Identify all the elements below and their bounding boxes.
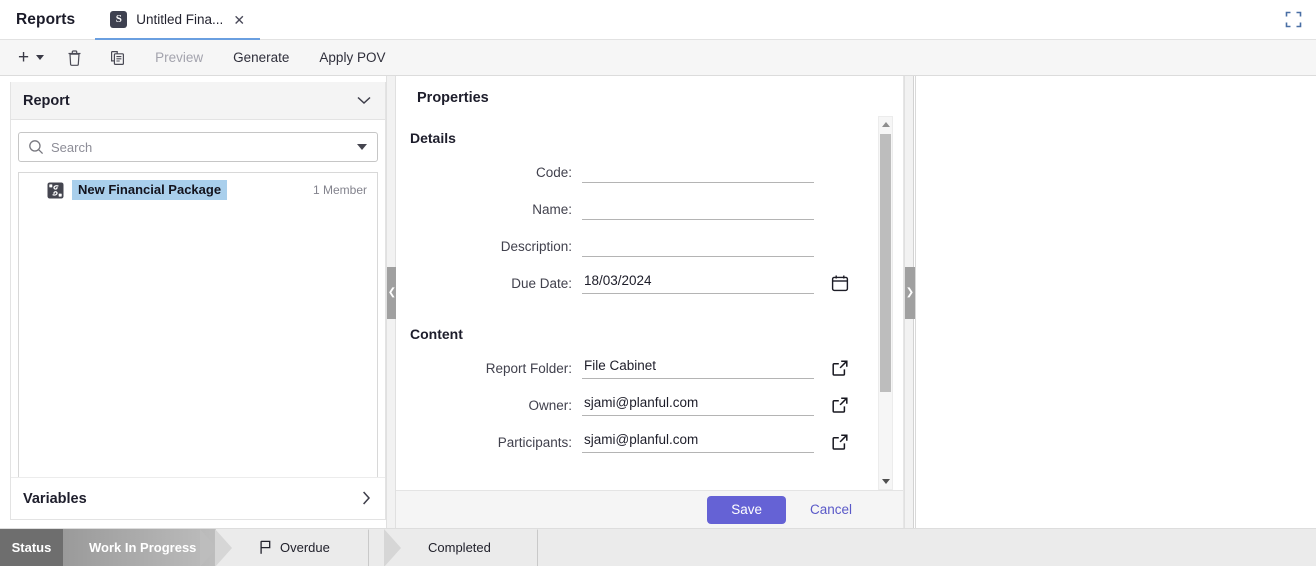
delete-button[interactable] xyxy=(52,40,96,76)
status-bar: Status Work In Progress Overdue Complete… xyxy=(0,528,1316,566)
properties-scrollbar[interactable] xyxy=(878,116,893,490)
package-icon xyxy=(47,182,64,199)
field-label-description: Description: xyxy=(500,239,572,254)
left-splitter[interactable]: ❮ xyxy=(386,76,397,528)
fullscreen-expand-icon[interactable] xyxy=(1270,0,1316,39)
field-label-report-folder: Report Folder: xyxy=(485,361,572,376)
field-label-name: Name: xyxy=(532,202,572,217)
trash-icon xyxy=(68,49,81,66)
status-divider xyxy=(384,529,401,566)
report-doc-icon: S xyxy=(110,11,128,28)
section-heading-content: Content xyxy=(410,326,463,342)
preview-button[interactable]: Preview xyxy=(140,40,218,76)
description-input[interactable] xyxy=(582,236,814,257)
open-external-icon[interactable] xyxy=(831,359,849,377)
owner-input[interactable] xyxy=(582,395,814,416)
plus-icon: + xyxy=(18,47,30,68)
report-panel-title: Report xyxy=(23,92,70,109)
search-input[interactable] xyxy=(51,139,357,155)
status-step-completed[interactable]: Completed xyxy=(402,529,555,566)
properties-footer: Save Cancel xyxy=(396,490,903,528)
cancel-button[interactable]: Cancel xyxy=(796,496,866,523)
field-label-participants: Participants: xyxy=(497,435,572,450)
status-step-label: Overdue xyxy=(280,540,330,555)
field-description: Description: xyxy=(396,236,903,257)
chevron-right-icon: ❯ xyxy=(905,287,915,298)
status-bar-label: Status xyxy=(0,529,63,566)
caret-down-icon[interactable] xyxy=(357,144,367,150)
report-folder-input[interactable] xyxy=(582,358,814,379)
field-label-owner: Owner: xyxy=(528,398,572,413)
field-label-code: Code: xyxy=(535,165,572,180)
status-step-overdue[interactable]: Overdue xyxy=(233,529,386,566)
chevron-right-icon[interactable] xyxy=(362,490,371,507)
status-divider xyxy=(215,529,232,566)
properties-panel: Properties Details Code: Name: Descripti… xyxy=(396,76,904,528)
report-panel: Report Search New Financial Package 1 Me… xyxy=(10,82,386,520)
field-report-folder: Report Folder: xyxy=(396,358,903,379)
status-step-label: Work In Progress xyxy=(89,540,197,555)
open-external-icon[interactable] xyxy=(831,433,849,451)
add-button[interactable]: + xyxy=(0,40,52,76)
application-window: Reports S Untitled Fina... ✕ + Preview G… xyxy=(0,0,1316,566)
report-panel-header: Report xyxy=(11,82,385,120)
apply-pov-button[interactable]: Apply POV xyxy=(304,40,400,76)
close-icon[interactable]: ✕ xyxy=(232,13,246,27)
main-region: Report Search New Financial Package 1 Me… xyxy=(0,76,1316,528)
search-icon xyxy=(28,139,44,155)
collapse-right-panel-handle[interactable]: ❯ xyxy=(905,267,915,319)
top-bar: Reports S Untitled Fina... ✕ xyxy=(0,0,1316,40)
properties-scroll-area: Details Code: Name: Description: Due Dat… xyxy=(396,114,903,490)
report-canvas[interactable] xyxy=(915,76,1316,528)
flag-icon xyxy=(259,540,272,555)
right-splitter[interactable]: ❯ xyxy=(904,76,915,528)
section-heading-details: Details xyxy=(410,130,456,146)
field-owner: Owner: xyxy=(396,395,903,416)
save-button[interactable]: Save xyxy=(707,495,786,524)
copy-button[interactable] xyxy=(96,40,140,76)
generate-button[interactable]: Generate xyxy=(218,40,304,76)
chevron-down-icon[interactable] xyxy=(357,94,371,107)
tree-item-new-financial-package[interactable]: New Financial Package 1 Member xyxy=(19,177,377,203)
status-track: Work In Progress Overdue Completed xyxy=(63,529,1316,566)
tab-strip: S Untitled Fina... ✕ xyxy=(95,0,260,40)
tree-item-label: New Financial Package xyxy=(72,180,228,200)
properties-title: Properties xyxy=(417,90,489,106)
search-box[interactable] xyxy=(18,132,378,162)
toolbar: + Preview Generate Apply POV xyxy=(0,40,1316,76)
variables-label: Variables xyxy=(23,490,87,507)
field-due-date: Due Date: xyxy=(396,273,903,294)
tab-label: Untitled Fina... xyxy=(136,12,224,27)
chevron-left-icon: ❮ xyxy=(387,287,397,298)
report-panel-body: New Financial Package 1 Member xyxy=(11,120,385,490)
scrollbar-thumb[interactable] xyxy=(880,134,891,392)
name-input[interactable] xyxy=(582,199,814,220)
app-title: Reports xyxy=(16,10,76,28)
status-step-label: Completed xyxy=(428,540,491,555)
field-name: Name: xyxy=(396,199,903,220)
field-code: Code: xyxy=(396,162,903,183)
scroll-down-arrow-icon[interactable] xyxy=(879,474,892,489)
variables-section[interactable]: Variables xyxy=(11,477,385,519)
scroll-up-arrow-icon[interactable] xyxy=(879,117,892,132)
chevron-down-icon[interactable] xyxy=(36,55,45,60)
code-input[interactable] xyxy=(582,162,814,183)
participants-input[interactable] xyxy=(582,432,814,453)
open-external-icon[interactable] xyxy=(831,396,849,414)
tab-untitled-financial-package[interactable]: S Untitled Fina... ✕ xyxy=(95,0,260,40)
report-doc-icon-glyph: S xyxy=(115,13,122,25)
status-step-arrow xyxy=(538,529,555,566)
calendar-icon[interactable] xyxy=(831,274,849,292)
status-step-work-in-progress[interactable]: Work In Progress xyxy=(63,529,217,566)
due-date-input[interactable] xyxy=(582,273,814,294)
report-tree: New Financial Package 1 Member xyxy=(18,172,378,490)
field-label-due-date: Due Date: xyxy=(511,276,572,291)
tree-item-member-count: 1 Member xyxy=(312,183,367,197)
copy-document-icon xyxy=(110,50,124,65)
field-participants: Participants: xyxy=(396,432,903,453)
